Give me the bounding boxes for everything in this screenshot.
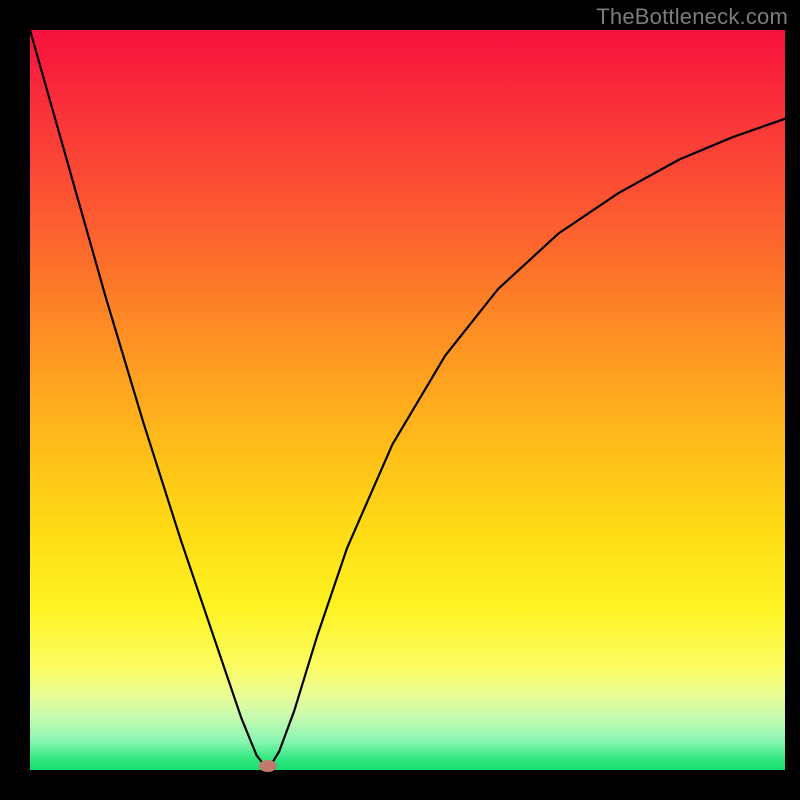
curve-path <box>30 30 785 770</box>
plot-background-gradient <box>30 30 785 770</box>
bottleneck-curve <box>30 30 785 770</box>
watermark-text: TheBottleneck.com <box>596 4 788 30</box>
minimum-marker <box>259 760 277 772</box>
chart-frame: TheBottleneck.com <box>0 0 800 800</box>
